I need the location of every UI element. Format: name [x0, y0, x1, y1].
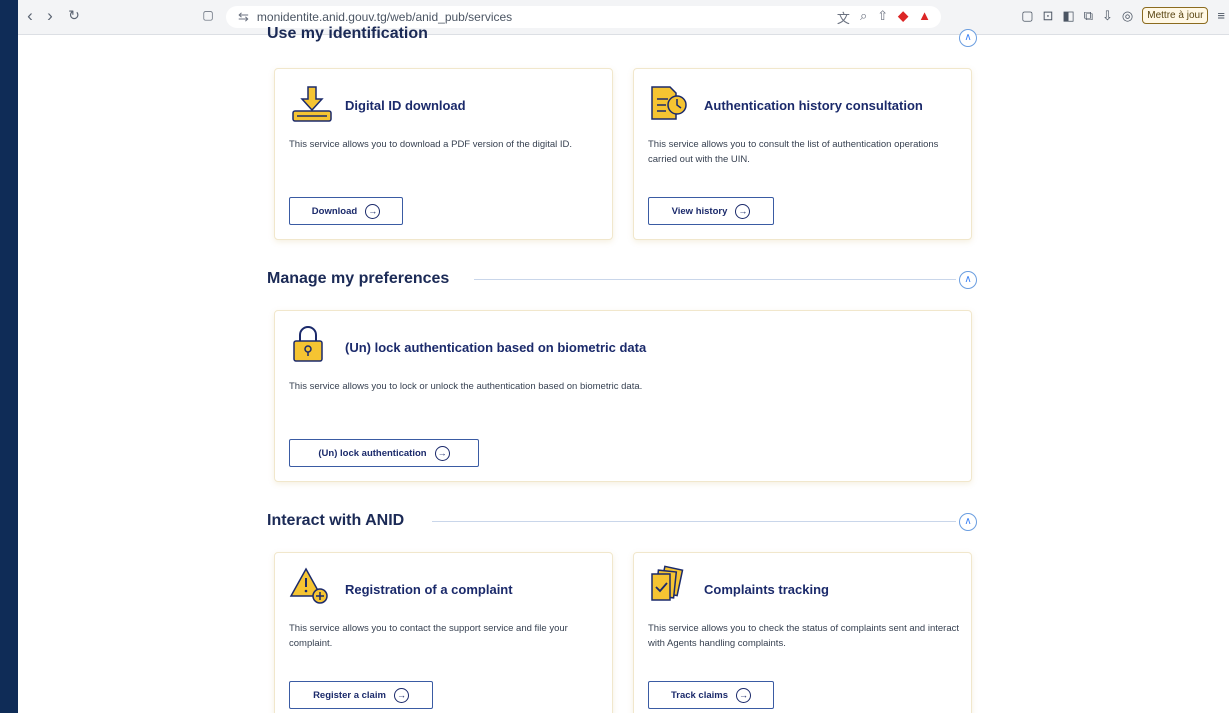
button-label: (Un) lock authentication	[318, 447, 427, 459]
section-title-preferences: Manage my preferences	[267, 270, 450, 287]
forward-icon[interactable]: ›	[40, 6, 60, 26]
downloads-icon[interactable]: ⇩	[1102, 8, 1113, 24]
section-title-identification: Use my identification	[267, 25, 428, 42]
section-title-interact: Interact with ANID	[267, 512, 405, 529]
card-description: This service allows you to check the sta…	[648, 623, 960, 649]
card-title: Registration of a complaint	[345, 582, 513, 597]
card-title: Digital ID download	[345, 98, 466, 113]
card-digital-id: Digital ID download This service allows …	[274, 68, 613, 240]
card-description: This service allows you to consult the l…	[648, 139, 939, 165]
view-history-button[interactable]: View history →	[648, 197, 774, 225]
download-icon	[292, 86, 332, 122]
collapse-identification-icon[interactable]: ∧	[959, 29, 977, 47]
documents-check-icon	[651, 565, 684, 601]
translate-icon[interactable]: 文	[837, 8, 850, 27]
arrow-right-icon: →	[365, 203, 381, 219]
browser-toolbar: ‹ › ↻ ▢ ⇆ monidentite.anid.gouv.tg/web/a…	[18, 0, 1229, 35]
button-label: Track claims	[670, 689, 729, 701]
card-title: (Un) lock authentication based on biomet…	[345, 340, 647, 355]
card-auth-history: Authentication history consultation This…	[633, 68, 972, 240]
history-document-icon	[651, 86, 687, 120]
register-claim-button[interactable]: Register a claim →	[289, 681, 433, 709]
arrow-right-icon: →	[735, 203, 751, 219]
card-lock-auth: (Un) lock authentication based on biomet…	[274, 310, 972, 482]
page-content: Use my identification ∧ Digital ID downl…	[18, 25, 1229, 713]
share-icon[interactable]: ⇧	[877, 8, 888, 27]
account-icon[interactable]: ◎	[1122, 8, 1133, 24]
menu-icon[interactable]: ≡	[1217, 8, 1225, 23]
extension-icon[interactable]: ▢	[1021, 8, 1033, 24]
site-settings-icon[interactable]: ⇆	[238, 9, 249, 25]
section-divider	[474, 279, 956, 280]
card-title: Authentication history consultation	[704, 98, 923, 113]
browser-window: ‹ › ↻ ▢ ⇆ monidentite.anid.gouv.tg/web/a…	[18, 0, 1229, 713]
zoom-icon[interactable]: ⌕	[860, 8, 867, 27]
card-description: This service allows you to lock or unloc…	[289, 381, 643, 392]
card-title: Complaints tracking	[704, 582, 829, 597]
reload-icon[interactable]: ↻	[64, 7, 84, 24]
lock-icon	[293, 326, 323, 362]
url-text: monidentite.anid.gouv.tg/web/anid_pub/se…	[256, 10, 513, 24]
sidebar-icon[interactable]: ◧	[1062, 8, 1074, 24]
collapse-interact-icon[interactable]: ∧	[959, 513, 977, 531]
arrow-right-icon: →	[736, 687, 752, 703]
arrow-right-icon: →	[434, 445, 450, 461]
card-description: This service allows you to download a PD…	[289, 139, 573, 150]
card-description: This service allows you to contact the s…	[289, 623, 568, 649]
section-divider	[432, 521, 956, 522]
card-tracking: Complaints tracking This service allows …	[633, 552, 972, 713]
button-label: Download	[311, 205, 358, 217]
warning-icon[interactable]: ▲	[918, 8, 931, 27]
button-label: View history	[671, 205, 728, 217]
back-icon[interactable]: ‹	[20, 6, 40, 26]
update-button[interactable]: Mettre à jour	[1142, 7, 1209, 24]
collapse-preferences-icon[interactable]: ∧	[959, 271, 977, 289]
download-button[interactable]: Download →	[289, 197, 403, 225]
lock-authentication-button[interactable]: (Un) lock authentication →	[289, 439, 479, 467]
card-complaint: Registration of a complaint This service…	[274, 552, 613, 713]
button-label: Register a claim	[313, 689, 386, 701]
tab-icon[interactable]: ⧉	[1084, 8, 1093, 24]
shield-icon[interactable]: ◆	[898, 8, 908, 27]
screenshot-icon[interactable]: ⊡	[1043, 8, 1054, 24]
warning-add-icon	[289, 567, 328, 604]
arrow-right-icon: →	[393, 687, 409, 703]
track-claims-button[interactable]: Track claims →	[648, 681, 774, 709]
bookmark-icon[interactable]: ▢	[198, 8, 218, 22]
